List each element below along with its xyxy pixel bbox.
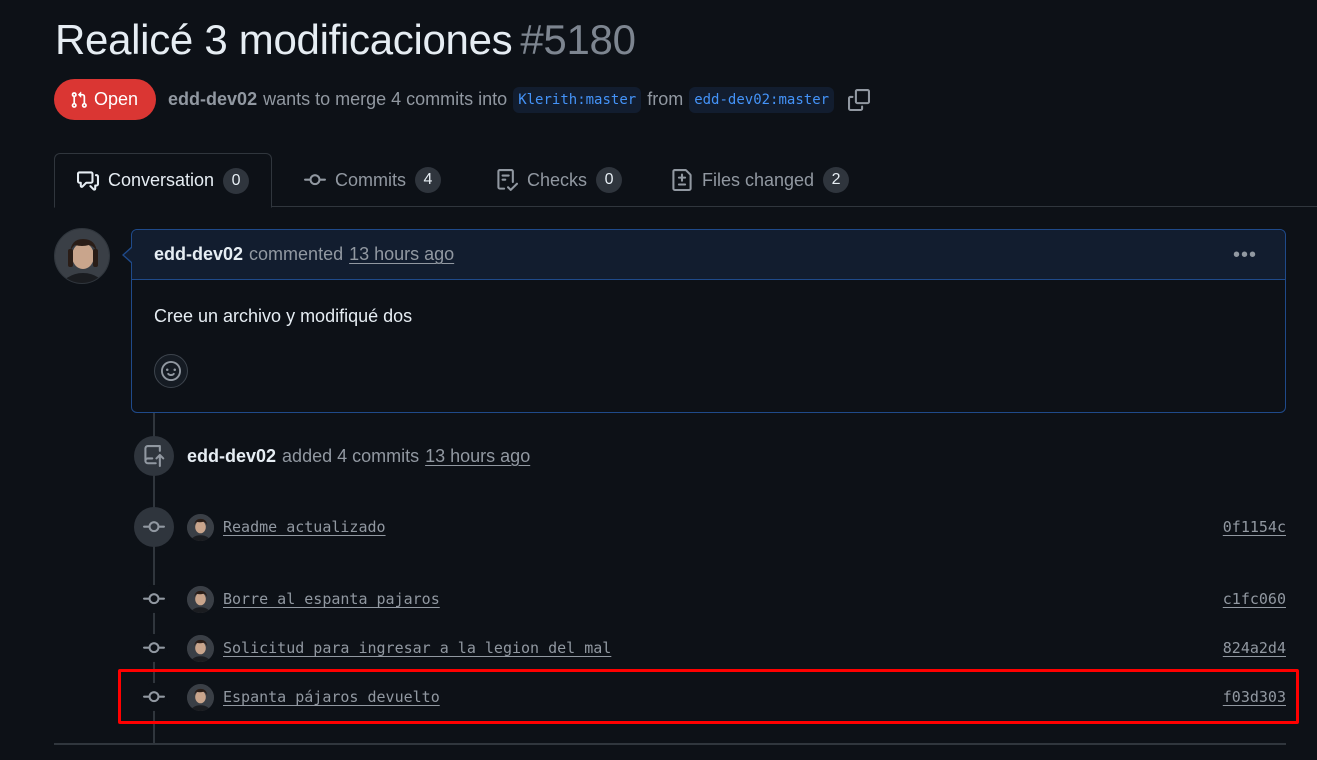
- tab-files-changed[interactable]: Files changed 2: [649, 153, 871, 207]
- add-reaction-button[interactable]: [154, 354, 188, 388]
- pr-title-text: Realicé 3 modificaciones: [55, 16, 513, 63]
- commit-sha-link[interactable]: 824a2d4: [1223, 639, 1286, 657]
- checks-icon: [497, 169, 518, 191]
- base-branch-link[interactable]: Klerith:master: [513, 86, 642, 113]
- commit-row: Readme actualizado 0f1154c: [134, 507, 1286, 547]
- highlight-box: [118, 669, 1299, 724]
- push-event-badge: [134, 436, 174, 476]
- comment-box: edd-dev02 commented 13 hours ago ••• Cre…: [122, 229, 1286, 413]
- avatar-image: [187, 634, 214, 662]
- commit-icon: [304, 174, 326, 186]
- commit-node: [134, 507, 174, 547]
- repo-push-icon: [144, 445, 165, 467]
- head-branch-link[interactable]: edd-dev02:master: [689, 86, 835, 113]
- commit-row: Solicitud para ingresar a la legion del …: [134, 628, 1286, 668]
- commit-node: [140, 634, 168, 662]
- comment-action: commented: [249, 244, 344, 264]
- tab-conversation[interactable]: Conversation 0: [54, 153, 273, 208]
- added-event-author-link[interactable]: edd-dev02: [187, 446, 276, 467]
- pr-tabs: Conversation 0 Commits 4 Checks 0 Files …: [54, 153, 1317, 208]
- git-commit-icon: [143, 521, 165, 533]
- file-diff-icon: [672, 169, 692, 191]
- commit-node: [140, 585, 168, 613]
- comment-author-link[interactable]: edd-dev02: [154, 244, 243, 265]
- pr-state-row: Open edd-dev02 wants to merge 4 commits …: [54, 79, 871, 120]
- added-event-timestamp-link[interactable]: 13 hours ago: [425, 446, 530, 467]
- tab-checks-label: Checks: [527, 169, 588, 190]
- avatar-image: [187, 585, 214, 613]
- commit-message-link[interactable]: Borre al espanta pajaros: [223, 590, 440, 608]
- tab-files-changed-label: Files changed: [702, 169, 815, 190]
- tab-checks[interactable]: Checks 0: [474, 153, 644, 207]
- avatar-image: [187, 513, 214, 541]
- pr-author-link[interactable]: edd-dev02: [168, 89, 257, 110]
- comment-arrow: [122, 246, 133, 264]
- git-commit-icon: [143, 593, 165, 605]
- pull-request-icon: [71, 91, 87, 108]
- added-commits-text: edd-dev02 added 4 commits 13 hours ago: [187, 446, 530, 467]
- avatar[interactable]: [54, 228, 110, 284]
- avatar-image: [55, 229, 109, 283]
- tab-commits[interactable]: Commits 4: [282, 153, 463, 207]
- added-event-action: added 4 commits: [282, 445, 420, 466]
- tab-files-changed-count: 2: [823, 167, 850, 193]
- smiley-icon: [161, 361, 181, 381]
- commit-author-avatar[interactable]: [187, 634, 214, 662]
- added-commits-event: edd-dev02 added 4 commits 13 hours ago: [134, 436, 530, 476]
- comment-timestamp-link[interactable]: 13 hours ago: [349, 244, 454, 265]
- comment-header: edd-dev02 commented 13 hours ago: [132, 230, 1285, 280]
- git-commit-icon: [143, 642, 165, 654]
- copy-branch-button[interactable]: [848, 88, 871, 111]
- merge-text: wants to merge 4 commits into: [263, 89, 508, 109]
- tab-commits-label: Commits: [335, 169, 406, 190]
- open-state-label: Open: [94, 89, 139, 109]
- merge-description: edd-dev02 wants to merge 4 commits into …: [168, 86, 871, 113]
- open-state-badge: Open: [54, 79, 157, 120]
- copy-icon: [848, 88, 871, 111]
- commit-message-link[interactable]: Readme actualizado: [223, 518, 386, 536]
- commit-message-link[interactable]: Solicitud para ingresar a la legion del …: [223, 639, 611, 657]
- tab-commits-count: 4: [415, 167, 441, 193]
- commit-sha-link[interactable]: 0f1154c: [1223, 518, 1286, 536]
- comment-body: Cree un archivo y modifiqué dos: [154, 306, 413, 326]
- tab-conversation-count: 0: [223, 167, 250, 194]
- from-text: from: [647, 89, 684, 109]
- commit-author-avatar[interactable]: [187, 585, 214, 613]
- pr-title: Realicé 3 modificaciones #5180: [55, 16, 636, 64]
- kebab-menu-icon[interactable]: •••: [1233, 244, 1257, 267]
- timeline-end-divider: [54, 743, 1286, 745]
- commit-author-avatar[interactable]: [187, 513, 214, 541]
- commit-sha-link[interactable]: c1fc060: [1223, 590, 1286, 608]
- tab-conversation-label: Conversation: [108, 170, 215, 190]
- tab-checks-count: 0: [596, 167, 623, 193]
- conversation-icon: [77, 170, 99, 191]
- commit-row: Borre al espanta pajaros c1fc060: [134, 579, 1286, 619]
- pr-number: #5180: [520, 16, 636, 63]
